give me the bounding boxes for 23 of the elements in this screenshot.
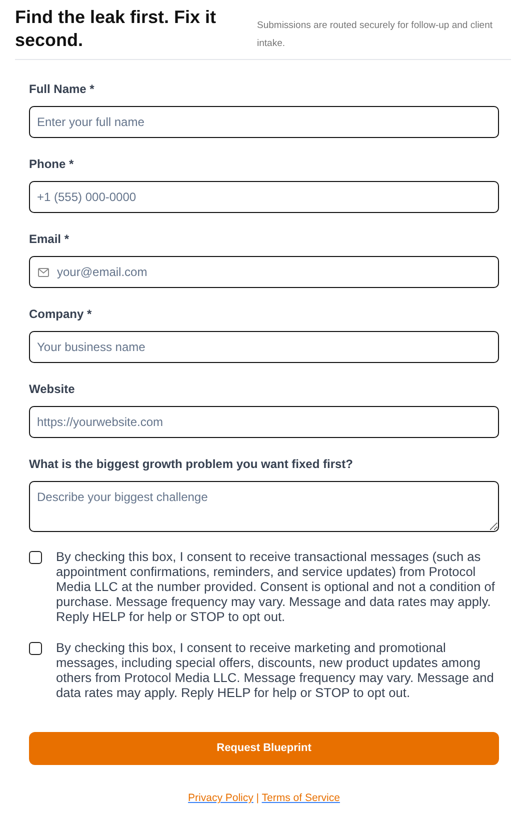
- field-label: Phone *: [29, 156, 75, 174]
- intake-note: Submissions are routed securely for follow-up and client intake.: [257, 19, 494, 52]
- field-label: Full Name *: [29, 81, 96, 98]
- field-label: Email *: [29, 231, 70, 248]
- heading: Find the leak first. Fix it second.: [15, 6, 218, 52]
- footer-link[interactable]: Terms of Service: [262, 792, 340, 804]
- input-field[interactable]: Enter your full name: [29, 106, 499, 138]
- text-area[interactable]: Describe your biggest challenge: [29, 481, 499, 532]
- field-label: Company *: [29, 306, 93, 324]
- input-field[interactable]: your@email.com: [29, 256, 499, 288]
- input-field[interactable]: +1 (555) 000-0000: [29, 181, 499, 214]
- consent-checkbox[interactable]: [29, 642, 42, 656]
- consent-text: By checking this box, I consent to receive marketing and promotional messages, including special offers, discounts, new product updates among others from Protocol Media LLC. Message frequency may vary. Message and data rates may apply. Reply HELP for help or STOP to opt out.: [56, 640, 495, 700]
- consent-checkbox[interactable]: [29, 551, 42, 564]
- field-label: Website: [29, 381, 76, 398]
- input-field[interactable]: Your business name: [29, 331, 499, 364]
- input-field[interactable]: https://yourwebsite.com: [29, 406, 499, 438]
- footer-link[interactable]: Privacy Policy: [188, 792, 254, 804]
- submit-button[interactable]: Request Blueprint: [29, 732, 499, 766]
- separator: |: [255, 792, 260, 804]
- consent-text: By checking this box, I consent to receive transactional messages (such as appointment confirmations, reminders, and service updates) from Protocol Media LLC at the number provided. Consent is optional and not a condition of purchase. Message frequency may vary. Message and data rates may apply. Reply HELP for help or STOP to opt out.: [56, 549, 496, 624]
- field-label: What is the biggest growth problem you want fixed first?: [29, 456, 354, 474]
- mail-icon: [38, 268, 49, 278]
